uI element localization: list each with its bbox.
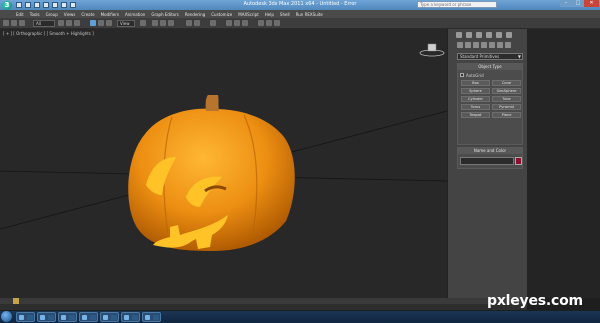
pumpkin-stem: [205, 95, 219, 111]
taskbar-item[interactable]: [16, 312, 35, 322]
pumpkin-model[interactable]: [128, 95, 295, 251]
taskbar-item[interactable]: [100, 312, 119, 322]
display-tab-icon[interactable]: [496, 32, 502, 38]
snap-toggle-icon[interactable]: [152, 20, 158, 26]
autogrid-label: AutoGrid: [466, 73, 484, 78]
select-by-name-icon[interactable]: [66, 20, 72, 26]
menu-item-tools[interactable]: Tools: [30, 12, 40, 17]
primitive-sphere-button[interactable]: Sphere: [461, 88, 490, 94]
shapes-icon[interactable]: [465, 42, 471, 48]
watermark-logo: pxleyes.com: [487, 293, 583, 309]
menu-item-customize[interactable]: Customize: [211, 12, 232, 17]
menu-item-rendering[interactable]: Rendering: [185, 12, 205, 17]
selection-region-icon[interactable]: [74, 20, 80, 26]
menu-item-group[interactable]: Group: [46, 12, 58, 17]
material-editor-icon[interactable]: [242, 20, 248, 26]
object-name-field[interactable]: [460, 157, 514, 165]
viewport-canvas: [0, 43, 447, 251]
menu-item-animation[interactable]: Animation: [125, 12, 145, 17]
create-tab-icon[interactable]: [456, 32, 462, 38]
taskbar-item[interactable]: [121, 312, 140, 322]
object-color-swatch[interactable]: [515, 157, 522, 165]
start-button[interactable]: [1, 311, 12, 322]
menu-bar: Edit Tools Group Views Create Modifiers Animat…: [0, 10, 600, 18]
title-bar: 3 Autodesk 3ds Max 2011 x64 - Untitled -…: [0, 0, 600, 10]
windows-taskbar: [0, 311, 600, 323]
primitive-geosphere-button[interactable]: GeoSphere: [492, 88, 521, 94]
select-rotate-icon[interactable]: [98, 20, 104, 26]
chevron-down-icon: ▼: [517, 54, 521, 59]
maximize-button[interactable]: □: [572, 0, 584, 7]
command-panel: Standard Primitives ▼ Object Type AutoGr…: [447, 29, 527, 298]
select-move-icon[interactable]: [90, 20, 96, 26]
perspective-viewport[interactable]: [ + ] [ Orthographic ] [ Smooth + Highli…: [0, 29, 447, 298]
select-object-icon[interactable]: [58, 20, 64, 26]
layer-manager-icon[interactable]: [210, 20, 216, 26]
primitive-torus-button[interactable]: Torus: [461, 104, 490, 110]
rendered-frame-icon[interactable]: [266, 20, 272, 26]
taskbar-item[interactable]: [58, 312, 77, 322]
search-input[interactable]: Type a keyword or phrase: [417, 1, 497, 8]
close-button[interactable]: ✕: [584, 0, 599, 7]
viewport-label[interactable]: [ + ] [ Orthographic ] [ Smooth + Highli…: [3, 31, 94, 36]
menu-item-create[interactable]: Create: [81, 12, 94, 17]
menu-item-maxscript[interactable]: MAXScript: [238, 12, 259, 17]
modify-tab-icon[interactable]: [466, 32, 472, 38]
motion-tab-icon[interactable]: [486, 32, 492, 38]
primitive-plane-button[interactable]: Plane: [492, 112, 521, 118]
taskbar-item[interactable]: [142, 312, 161, 322]
schematic-view-icon[interactable]: [234, 20, 240, 26]
track-bar[interactable]: [0, 304, 527, 310]
curve-editor-icon[interactable]: [226, 20, 232, 26]
primitive-teapot-button[interactable]: Teapot: [461, 112, 490, 118]
menu-item-help[interactable]: Help: [265, 12, 274, 17]
primitive-category-label: Standard Primitives: [460, 54, 500, 59]
geometry-icon[interactable]: [457, 42, 463, 48]
space-warps-icon[interactable]: [497, 42, 503, 48]
lights-icon[interactable]: [473, 42, 479, 48]
pivot-center-icon[interactable]: [140, 20, 146, 26]
hierarchy-tab-icon[interactable]: [476, 32, 482, 38]
object-type-rollout: Object Type AutoGrid Box Cone Sphere GeoSph…: [457, 63, 523, 145]
name-color-title[interactable]: Name and Color: [458, 148, 522, 154]
primitive-category-dropdown[interactable]: Standard Primitives ▼: [457, 53, 523, 60]
menu-item-graph-editors[interactable]: Graph Editors: [151, 12, 178, 17]
menu-item-run-rexsuite[interactable]: Run REXSuite: [296, 12, 323, 17]
name-color-rollout: Name and Color: [457, 147, 523, 169]
primitive-cylinder-button[interactable]: Cylinder: [461, 96, 490, 102]
systems-icon[interactable]: [505, 42, 511, 48]
mirror-icon[interactable]: [186, 20, 192, 26]
autogrid-checkbox[interactable]: [460, 73, 464, 77]
primitive-pyramid-button[interactable]: Pyramid: [492, 104, 521, 110]
undo-tool-icon[interactable]: [3, 20, 9, 26]
menu-item-views[interactable]: Views: [64, 12, 76, 17]
window-title: Autodesk 3ds Max 2011 x64 - Untitled - E…: [243, 1, 357, 7]
minimize-button[interactable]: –: [560, 0, 572, 7]
main-toolbar: All View: [0, 18, 600, 29]
menu-item-modifiers[interactable]: Modifiers: [101, 12, 119, 17]
primitive-box-button[interactable]: Box: [461, 80, 490, 86]
select-scale-icon[interactable]: [106, 20, 112, 26]
render-teapot-icon[interactable]: [274, 20, 280, 26]
link-icon[interactable]: [19, 20, 25, 26]
viewcube-icon[interactable]: [419, 43, 445, 57]
redo-tool-icon[interactable]: [11, 20, 17, 26]
selection-filter-dropdown[interactable]: All: [33, 20, 55, 27]
primitive-tube-button[interactable]: Tube: [492, 96, 521, 102]
reference-coord-dropdown[interactable]: View: [117, 20, 135, 27]
menu-item-edit[interactable]: Edit: [16, 12, 24, 17]
primitive-cone-button[interactable]: Cone: [492, 80, 521, 86]
angle-snap-icon[interactable]: [160, 20, 166, 26]
menu-item-shell[interactable]: Shell: [280, 12, 290, 17]
taskbar-item[interactable]: [37, 312, 56, 322]
helpers-icon[interactable]: [489, 42, 495, 48]
extra-panel: [527, 29, 600, 298]
render-setup-icon[interactable]: [258, 20, 264, 26]
utilities-tab-icon[interactable]: [506, 32, 512, 38]
taskbar-item[interactable]: [79, 312, 98, 322]
align-icon[interactable]: [194, 20, 200, 26]
percent-snap-icon[interactable]: [168, 20, 174, 26]
object-type-title[interactable]: Object Type: [458, 64, 522, 70]
cameras-icon[interactable]: [481, 42, 487, 48]
